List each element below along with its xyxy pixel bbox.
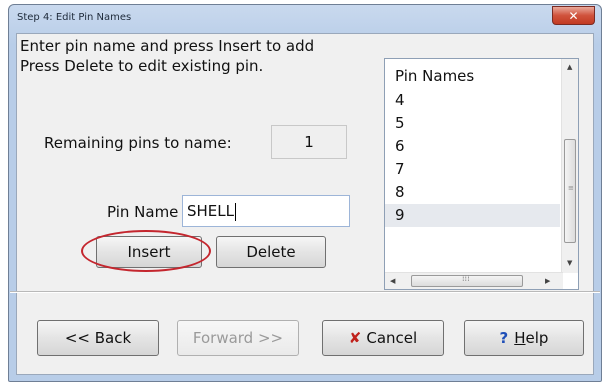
- horizontal-scrollbar[interactable]: ◀ ⁞⁞⁞ ▶: [385, 272, 563, 289]
- separator: [10, 291, 600, 293]
- help-label-rest: elp: [525, 329, 549, 347]
- pin-name-value: SHELL: [187, 202, 234, 220]
- list-item[interactable]: 8: [385, 181, 560, 204]
- cancel-label-rest: ancel: [376, 329, 418, 347]
- scroll-down-arrow-icon[interactable]: ▼: [567, 259, 572, 267]
- insert-highlight-annotation: [81, 230, 211, 272]
- delete-button[interactable]: Delete: [216, 236, 326, 268]
- instructions-line-2: Press Delete to edit existing pin.: [20, 57, 264, 75]
- list-item[interactable]: 4: [385, 89, 560, 112]
- window-title: Step 4: Edit Pin Names: [17, 12, 132, 23]
- instructions-text: Enter pin name and press Insert to add P…: [20, 36, 360, 76]
- list-item[interactable]: 7: [385, 158, 560, 181]
- vertical-scrollbar[interactable]: ▲ ≡ ▼: [561, 59, 578, 273]
- instructions-line-1: Enter pin name and press Insert to add: [20, 37, 315, 55]
- list-item[interactable]: 6: [385, 135, 560, 158]
- question-mark-icon: ?: [499, 329, 509, 347]
- scroll-up-arrow-icon[interactable]: ▲: [567, 63, 572, 71]
- close-icon: ✕: [568, 8, 579, 23]
- text-caret: [235, 202, 236, 221]
- back-button[interactable]: << Back: [37, 320, 159, 356]
- pin-names-header: Pin Names: [395, 67, 475, 85]
- help-button[interactable]: ? Help: [464, 320, 584, 356]
- remaining-pins-label: Remaining pins to name:: [44, 134, 232, 152]
- forward-button[interactable]: Forward >>: [177, 320, 299, 356]
- grip-icon: ≡: [568, 184, 574, 192]
- close-button[interactable]: ✕: [552, 6, 595, 25]
- horizontal-scroll-thumb[interactable]: ⁞⁞⁞: [411, 274, 523, 287]
- cancel-label-prefix: C: [366, 329, 377, 347]
- pin-names-listbox[interactable]: Pin Names 4 5 6 7 8 9 ▲ ≡ ▼ ◀ ⁞⁞⁞ ▶: [384, 58, 579, 290]
- scroll-right-arrow-icon[interactable]: ▶: [545, 277, 550, 285]
- title-bar[interactable]: Step 4: Edit Pin Names ✕: [9, 5, 601, 33]
- pin-name-input[interactable]: SHELL: [182, 195, 350, 227]
- list-item-selected[interactable]: 9: [385, 204, 560, 227]
- x-mark-icon: ✘: [348, 329, 362, 347]
- vertical-scroll-thumb[interactable]: ≡: [564, 139, 576, 243]
- remaining-pins-value: 1: [271, 125, 347, 159]
- help-label-hotkey: H: [514, 329, 526, 347]
- cancel-button[interactable]: ✘ Cancel: [322, 320, 444, 356]
- pin-name-label: Pin Name: [107, 203, 179, 221]
- scroll-left-arrow-icon[interactable]: ◀: [390, 277, 395, 285]
- pin-names-list: 4 5 6 7 8 9: [385, 89, 560, 227]
- grip-icon: ⁞⁞⁞: [462, 274, 470, 283]
- list-item[interactable]: 5: [385, 112, 560, 135]
